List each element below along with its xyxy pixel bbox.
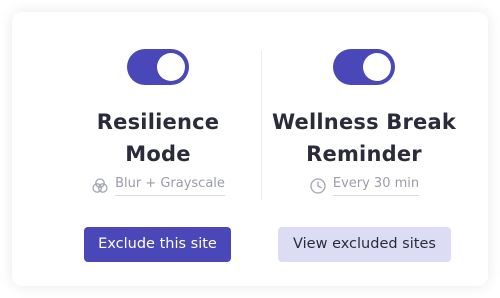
blend-circles-icon	[91, 177, 109, 195]
column-divider	[261, 50, 262, 200]
wellness-break-section: Wellness Break Reminder Every 30 min	[264, 12, 464, 212]
resilience-mode-title: Resilience Mode	[58, 106, 258, 170]
title-line-1: Wellness Break	[271, 110, 457, 134]
toggle-knob	[363, 53, 391, 81]
title-line-1: Resilience	[96, 110, 220, 134]
wellness-break-setting[interactable]: Every 30 min	[264, 175, 464, 196]
view-excluded-sites-button[interactable]: View excluded sites	[278, 227, 451, 262]
exclude-this-site-button[interactable]: Exclude this site	[84, 227, 231, 262]
wellness-break-title: Wellness Break Reminder	[264, 106, 464, 170]
title-line-2: Mode	[125, 142, 191, 166]
resilience-mode-toggle[interactable]	[127, 49, 189, 85]
toggle-knob	[157, 53, 185, 81]
wellness-break-subtitle[interactable]: Every 30 min	[332, 175, 420, 196]
title-line-2: Reminder	[306, 142, 422, 166]
wellness-break-toggle[interactable]	[333, 49, 395, 85]
clock-icon	[309, 177, 327, 195]
resilience-mode-setting[interactable]: Blur + Grayscale	[58, 175, 258, 196]
settings-card: Resilience Mode Blur + Grayscale Wellnes…	[12, 12, 488, 286]
resilience-mode-section: Resilience Mode Blur + Grayscale	[58, 12, 258, 212]
resilience-mode-subtitle[interactable]: Blur + Grayscale	[115, 175, 225, 196]
